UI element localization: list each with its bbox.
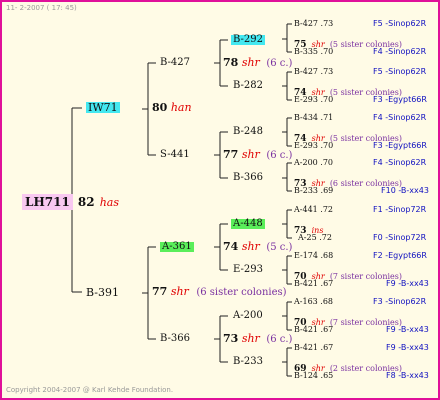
colony-number: 78 — [223, 56, 239, 69]
gen3-name: B-292 — [231, 34, 265, 45]
gen1-name: B-391 — [86, 286, 119, 299]
gen4-top-name: A-200 .70 — [294, 158, 334, 167]
gen4-bottom-name: B-421 .67 — [294, 279, 334, 288]
colony-number: 77 — [152, 285, 168, 298]
gen4-bottom-name: E-293 .70 — [294, 141, 334, 150]
root-number: 82 — [77, 195, 95, 209]
gen1-details: 77 shr (6 sister colonies) — [152, 286, 287, 298]
gen2-details: 73 shr (6 c.) — [223, 333, 292, 345]
gen2-details: 78 shr (6 c.) — [223, 57, 292, 69]
gen1-details: 80 han — [152, 102, 192, 113]
sister-colonies-note: (6 c.) — [266, 150, 293, 161]
gen3-name: A-200 — [233, 310, 263, 321]
race-code: shr — [241, 240, 260, 253]
gen4-bottom-name: E-293 .70 — [294, 95, 334, 104]
gen4-top-name: E-174 .68 — [294, 251, 334, 260]
race-code: han — [170, 101, 192, 114]
race-code: shr — [241, 56, 260, 69]
gen4-bottom-ref: F8 -B-xx43 — [386, 371, 429, 380]
gen4-bottom-ref: F4 -Sinop62R — [373, 47, 427, 56]
gen4-bottom-name: A-25 .72 — [298, 233, 332, 242]
gen4-top-ref: F5 -Sinop62R — [373, 67, 427, 76]
gen2-details: 74 shr (5 c.) — [223, 241, 292, 253]
gen4-bottom-ref: F9 -B-xx43 — [386, 279, 429, 288]
gen4-top-ref: F1 -Sinop72R — [373, 205, 427, 214]
gen4-bottom-ref: F3 -Egypt66R — [373, 95, 427, 104]
gen4-bottom-name: B-233 .69 — [294, 186, 334, 195]
footer-copyright: Copyright 2004-2007 @ Karl Kehde Foundat… — [6, 386, 174, 394]
sister-colonies-note: (5 c.) — [266, 242, 293, 253]
sister-colonies-note: (6 c.) — [266, 334, 293, 345]
print-date: 11- 2-2007 ( 17: 45) — [6, 4, 77, 12]
colony-number: 80 — [152, 101, 168, 114]
gen3-name: B-248 — [233, 126, 263, 137]
gen4-top-ref: F5 -Sinop62R — [373, 19, 427, 28]
sister-colonies-note: (6 c.) — [266, 58, 293, 69]
gen2-name: S-441 — [160, 149, 190, 160]
race-code: shr — [241, 148, 260, 161]
gen4-top-name: A-163 .68 — [294, 297, 334, 306]
colony-number: 73 — [223, 332, 239, 345]
gen2-details: 77 shr (6 c.) — [223, 149, 292, 161]
gen4-top-ref: F2 -Egypt66R — [373, 251, 427, 260]
colony-number: 77 — [223, 148, 239, 161]
gen4-top-ref: F4 -Sinop62R — [373, 113, 427, 122]
gen4-bottom-name: B-124 .65 — [294, 371, 334, 380]
gen4-bottom-name: B-421 .67 — [294, 325, 334, 334]
sister-colonies-note: (6 sister colonies) — [196, 287, 287, 298]
gen4-top-name: A-441 .72 — [294, 205, 334, 214]
gen4-bottom-name: B-335 .70 — [294, 47, 334, 56]
gen4-top-ref: F9 -B-xx43 — [386, 343, 429, 352]
pedigree-chart: 11- 2-2007 ( 17: 45) LH711 82 has IW71 B… — [0, 0, 440, 400]
colony-number: 74 — [223, 240, 239, 253]
gen2-name: B-366 — [160, 333, 190, 344]
gen3-name: A-448 — [231, 218, 265, 229]
gen3-name: B-233 — [233, 356, 263, 367]
gen3-name: B-366 — [233, 172, 263, 183]
race-code: shr — [241, 332, 260, 345]
gen4-top-name: B-434 .71 — [294, 113, 334, 122]
gen4-bottom-ref: F10 -B-xx43 — [381, 186, 429, 195]
race-code: shr — [170, 285, 189, 298]
gen4-top-name: B-427 .73 — [294, 67, 334, 76]
gen4-top-name: B-421 .67 — [294, 343, 334, 352]
gen4-bottom-ref: F3 -Egypt66R — [373, 141, 427, 150]
gen4-top-ref: F4 -Sinop62R — [373, 158, 427, 167]
gen3-name: B-282 — [233, 80, 263, 91]
gen1-name: IW71 — [86, 101, 120, 114]
gen4-bottom-ref: F9 -B-xx43 — [386, 325, 429, 334]
gen4-top-name: B-427 .73 — [294, 19, 334, 28]
gen3-name: E-293 — [233, 264, 263, 275]
root-race: has — [99, 196, 120, 209]
root-name: LH711 — [22, 194, 73, 210]
root-node: LH711 82 has — [22, 193, 120, 210]
gen4-bottom-ref: F0 -Sinop72R — [373, 233, 427, 242]
gen2-name: A-361 — [160, 241, 194, 252]
gen4-top-ref: F3 -Sinop62R — [373, 297, 427, 306]
gen2-name: B-427 — [160, 57, 190, 68]
